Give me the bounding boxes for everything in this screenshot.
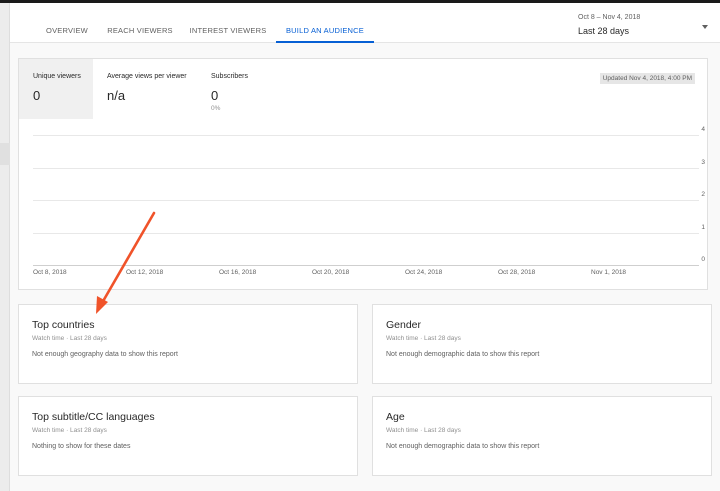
tab-reach-viewers[interactable]: REACH VIEWERS: [105, 3, 175, 43]
metric-value: n/a: [107, 88, 126, 103]
x-tick-label: Oct 8, 2018: [33, 269, 67, 276]
card-message: Not enough geography data to show this r…: [32, 351, 178, 358]
card-message: Not enough demographic data to show this…: [386, 443, 540, 450]
metric-label: Average views per viewer: [107, 73, 187, 80]
metric-average-views[interactable]: Average views per viewer n/a: [93, 59, 197, 119]
left-sidebar: [0, 3, 10, 491]
x-tick-label: Oct 20, 2018: [312, 269, 350, 276]
x-tick-label: Nov 1, 2018: [591, 269, 627, 276]
card-message: Nothing to show for these dates: [32, 443, 131, 450]
x-tick-label: Oct 12, 2018: [126, 269, 164, 276]
dropdown-caret-icon: [702, 25, 708, 29]
y-tick-label: 0: [701, 256, 705, 263]
gridline: [33, 265, 699, 266]
date-range-selector[interactable]: Oct 8 – Nov 4, 2018 Last 28 days: [578, 14, 708, 36]
card-subtitle: Watch time · Last 28 days: [32, 427, 107, 434]
card-title: Age: [386, 411, 405, 423]
analytics-main: OVERVIEW REACH VIEWERS INTEREST VIEWERS …: [10, 3, 720, 491]
card-subtitle: Watch time · Last 28 days: [386, 335, 461, 342]
y-tick-label: 1: [701, 223, 705, 231]
card-top-languages[interactable]: Top subtitle/CC languages Watch time · L…: [18, 396, 358, 476]
x-tick-label: Oct 16, 2018: [219, 269, 257, 276]
line-chart: 4 3 2 1 0 Oct 8, 2018 Oct 12, 2018 Oct 16, 2018…: [33, 126, 705, 276]
metric-label: Unique viewers: [33, 73, 81, 80]
metric-subscribers[interactable]: Subscribers 0 0%: [197, 59, 277, 119]
gridline: [33, 135, 699, 136]
x-tick-label: Oct 24, 2018: [405, 269, 443, 276]
sidebar-item[interactable]: [0, 143, 10, 165]
gridline: [33, 200, 699, 201]
card-message: Not enough demographic data to show this…: [386, 351, 540, 358]
card-title: Gender: [386, 319, 422, 331]
metric-value: 0: [211, 88, 219, 103]
gridline: [33, 167, 699, 169]
updated-timestamp: Updated Nov 4, 2018, 4:00 PM: [599, 73, 695, 84]
card-gender[interactable]: Gender Watch time · Last 28 days Not eno…: [372, 304, 712, 384]
metric-sub: 0%: [211, 105, 221, 112]
card-subtitle: Watch time · Last 28 days: [32, 335, 107, 342]
tab-interest-viewers[interactable]: INTEREST VIEWERS: [188, 3, 268, 43]
metric-unique-viewers[interactable]: Unique viewers 0: [19, 59, 93, 119]
y-tick-label: 3: [701, 158, 705, 166]
audience-chart-card: Unique viewers 0 Average views per viewe…: [18, 58, 708, 290]
card-title: Top subtitle/CC languages: [32, 411, 155, 423]
date-period-text: Last 28 days: [578, 26, 630, 36]
report-tabs: OVERVIEW REACH VIEWERS INTEREST VIEWERS …: [10, 3, 720, 43]
card-title: Top countries: [32, 319, 95, 331]
y-tick-label: 2: [701, 191, 705, 198]
metric-value: 0: [33, 88, 41, 103]
card-age[interactable]: Age Watch time · Last 28 days Not enough…: [372, 396, 712, 476]
gridline: [33, 232, 699, 234]
metric-label: Subscribers: [211, 73, 248, 80]
card-top-countries[interactable]: Top countries Watch time · Last 28 days …: [18, 304, 358, 384]
date-range-text: Oct 8 – Nov 4, 2018: [578, 14, 641, 21]
card-subtitle: Watch time · Last 28 days: [386, 427, 461, 434]
tab-build-an-audience[interactable]: BUILD AN AUDIENCE: [276, 3, 374, 43]
tab-overview[interactable]: OVERVIEW: [38, 3, 96, 43]
x-tick-label: Oct 28, 2018: [498, 269, 536, 276]
y-tick-label: 4: [701, 126, 705, 133]
